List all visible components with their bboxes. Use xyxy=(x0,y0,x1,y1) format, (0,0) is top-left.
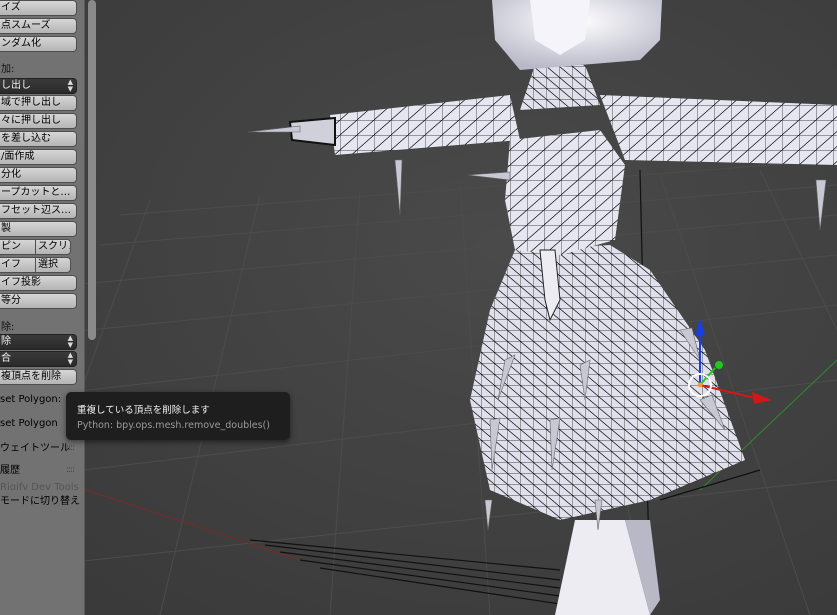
viewport-scene xyxy=(0,0,837,615)
extrude-select-value: し出し xyxy=(1,80,31,91)
make-edge-face-button[interactable]: /面作成 xyxy=(0,149,77,165)
switch-mode-row[interactable]: モードに切り替え xyxy=(0,493,84,510)
tool-shelf-scrollbar[interactable] xyxy=(88,0,96,340)
offset-edge-button[interactable]: フセット辺ス… xyxy=(0,203,77,219)
weight-tools-row[interactable]: ウェイトツール :::: xyxy=(0,440,84,457)
duplicate-button[interactable]: 製 xyxy=(0,221,77,237)
tool-shelf-panel: イズ 点スムーズ ンダム化 加: し出し ▲ ▼ 域で押し出し 々に押し出し を差… xyxy=(0,0,85,615)
axis-y-handle-icon xyxy=(715,361,723,369)
knife-button[interactable]: イフ xyxy=(0,257,36,273)
extrude-individual-button[interactable]: 々に押し出し xyxy=(0,113,77,129)
vertex-smooth-button[interactable]: 点スムーズ xyxy=(0,18,77,34)
knife-select-button[interactable]: 選択 xyxy=(35,257,71,273)
knife-project-button[interactable]: イフ投影 xyxy=(0,275,77,291)
remove-doubles-tooltip: 重複している頂点を削除します Python: bpy.ops.mesh.remo… xyxy=(66,392,290,440)
weight-tools-label: ウェイトツール xyxy=(0,443,70,454)
screw-button[interactable]: スクリュ xyxy=(35,239,71,255)
merge-select-value: 合 xyxy=(1,353,11,364)
axis-x-arrow-icon xyxy=(752,392,772,404)
size-button[interactable]: イズ xyxy=(0,0,77,16)
extrude-select[interactable]: し出し ▲ ▼ xyxy=(0,78,77,94)
merge-select[interactable]: 合 ▲ ▼ xyxy=(0,351,77,367)
torso-mesh xyxy=(505,130,625,255)
inset-button[interactable]: を差し込む xyxy=(0,131,77,147)
randomize-button[interactable]: ンダム化 xyxy=(0,36,77,52)
left-arm-mesh xyxy=(330,95,520,155)
tooltip-python: Python: bpy.ops.mesh.remove_doubles() xyxy=(77,420,270,431)
updown-arrows-icon: ▲ ▼ xyxy=(67,78,73,93)
history-label: 履歴 xyxy=(0,465,20,476)
subdivide-button[interactable]: 分化 xyxy=(0,167,77,183)
drag-grip-icon[interactable]: :::: xyxy=(66,462,75,479)
right-arm-mesh xyxy=(600,95,837,165)
add-section-label: 加: xyxy=(1,64,15,75)
delete-select[interactable]: 除 ▲ ▼ xyxy=(0,334,77,350)
history-row[interactable]: 履歴 :::: xyxy=(0,462,84,479)
loop-cut-button[interactable]: ープカットと… xyxy=(0,185,77,201)
drag-grip-icon[interactable]: :::: xyxy=(66,440,75,457)
tooltip-title: 重複している頂点を削除します xyxy=(77,405,210,416)
delete-select-value: 除 xyxy=(1,336,11,347)
extrude-region-button[interactable]: 域で押し出し xyxy=(0,95,77,111)
rigify-row[interactable]: Rigify Dev Tools xyxy=(0,478,84,490)
updown-arrows-icon: ▲ ▼ xyxy=(67,334,73,349)
skirt-mesh xyxy=(470,245,745,520)
updown-arrows-icon: ▲ ▼ xyxy=(67,351,73,366)
remove-section-label: 除: xyxy=(1,322,15,333)
remove-doubles-button[interactable]: 複頂点を削除 xyxy=(0,369,77,385)
3d-viewport[interactable] xyxy=(0,0,837,615)
bisect-button[interactable]: 等分 xyxy=(0,293,77,309)
spin-button[interactable]: ピン xyxy=(0,239,36,255)
